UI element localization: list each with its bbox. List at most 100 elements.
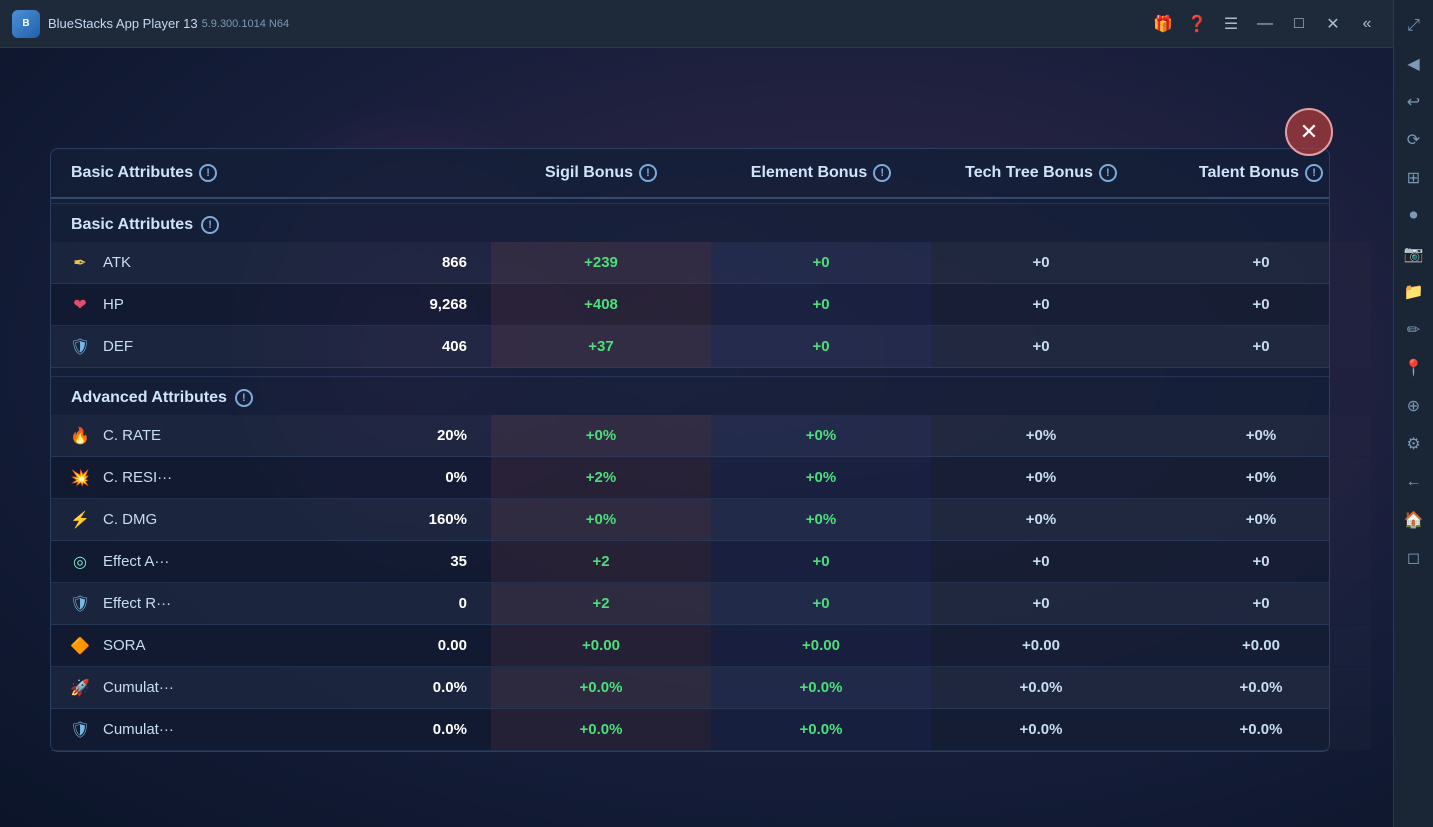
cumul1-icon: 🚀	[67, 675, 93, 701]
header-talent-bonus: Talent Bonus !	[1151, 149, 1371, 197]
effa-element-bonus: +0	[711, 541, 931, 582]
sidebar-volume-icon[interactable]: ◀	[1396, 46, 1432, 82]
hp-talent-bonus: +0	[1151, 284, 1371, 325]
crate-sigil-bonus: +0%	[491, 415, 711, 456]
sidebar-camera-icon[interactable]: 📷	[1396, 236, 1432, 272]
maximize-button[interactable]: □	[1285, 10, 1313, 38]
sidebar-rotate-icon[interactable]: ↩	[1396, 84, 1432, 120]
sigil-info-icon[interactable]: !	[639, 164, 657, 182]
talent-info-icon[interactable]: !	[1305, 164, 1323, 182]
cumul2-sigil-bonus: +0.0%	[491, 709, 711, 750]
atk-value: 866	[442, 254, 475, 271]
sidebar-record-icon[interactable]: ⏺	[1396, 198, 1432, 234]
def-sigil-bonus: +37	[491, 326, 711, 367]
effa-value: 35	[450, 553, 475, 570]
cresi-value: 0%	[445, 469, 475, 486]
effr-talent-bonus: +0	[1151, 583, 1371, 624]
atk-name: ATK	[103, 254, 183, 271]
attr-cell-cdmg: ⚡ C. DMG 160%	[51, 499, 491, 540]
sidebar-brush-icon[interactable]: ✏	[1396, 312, 1432, 348]
header-element-bonus: Element Bonus !	[711, 149, 931, 197]
right-sidebar: ⤢ ◀ ↩ ⟳ ⊞ ⏺ 📷 📁 ✏ 📍 ⊕ ⚙ ← 🏠 ◻	[1393, 0, 1433, 827]
table-row: ✒ ATK 866 +239 +0 +0 +0	[51, 242, 1329, 284]
table-row: ❤ HP 9,268 +408 +0 +0 +0	[51, 284, 1329, 326]
sidebar-home-icon[interactable]: 🏠	[1396, 502, 1432, 538]
hp-tech-bonus: +0	[931, 284, 1151, 325]
sidebar-folder-icon[interactable]: 📁	[1396, 274, 1432, 310]
sidebar-map-icon[interactable]: 📍	[1396, 350, 1432, 386]
crate-value: 20%	[437, 427, 475, 444]
cdmg-icon: ⚡	[67, 507, 93, 533]
table-row: ⚡ C. DMG 160% +0% +0% +0% +0%	[51, 499, 1329, 541]
gift-button[interactable]: 🎁	[1149, 10, 1177, 38]
menu-button[interactable]: ☰	[1217, 10, 1245, 38]
hp-name: HP	[103, 296, 183, 313]
crate-talent-bonus: +0%	[1151, 415, 1371, 456]
crate-name: C. RATE	[103, 427, 183, 444]
table-row: 🛡 Cumulat··· 0.0% +0.0% +0.0% +0.0% +0.0…	[51, 709, 1329, 751]
back-button[interactable]: «	[1353, 10, 1381, 38]
crate-icon: 🔥	[67, 423, 93, 449]
effa-talent-bonus: +0	[1151, 541, 1371, 582]
sidebar-refresh-icon[interactable]: ⟳	[1396, 122, 1432, 158]
effa-icon: ◎	[67, 549, 93, 575]
advanced-section-info-icon[interactable]: !	[235, 389, 253, 407]
table-row: 🛡 Effect R··· 0 +2 +0 +0 +0	[51, 583, 1329, 625]
def-name: DEF	[103, 338, 183, 355]
stats-panel: Basic Attributes ! Sigil Bonus ! Element…	[50, 148, 1330, 752]
attr-cell-sora: 🔶 SORA 0.00	[51, 625, 491, 666]
sidebar-grid-icon[interactable]: ⊞	[1396, 160, 1432, 196]
main-content: ✕ Basic Attributes ! Sigil Bonus ! Eleme…	[0, 48, 1393, 827]
cumul2-name: Cumulat···	[103, 721, 183, 738]
minimize-button[interactable]: —	[1251, 10, 1279, 38]
cumul2-icon: 🛡	[67, 717, 93, 743]
basic-info-icon[interactable]: !	[199, 164, 217, 182]
cumul1-tech-bonus: +0.0%	[931, 667, 1151, 708]
cumul2-element-bonus: +0.0%	[711, 709, 931, 750]
close-button[interactable]: ✕	[1319, 10, 1347, 38]
tech-info-icon[interactable]: !	[1099, 164, 1117, 182]
game-close-icon: ✕	[1300, 119, 1318, 145]
effr-value: 0	[459, 595, 475, 612]
cumul1-talent-bonus: +0.0%	[1151, 667, 1371, 708]
def-tech-bonus: +0	[931, 326, 1151, 367]
sidebar-fullscreen-icon[interactable]: ⤢	[1396, 8, 1432, 44]
advanced-section-text: Advanced Attributes	[71, 389, 227, 407]
effr-icon: 🛡	[67, 591, 93, 617]
effr-name: Effect R···	[103, 595, 183, 612]
hp-value: 9,268	[429, 296, 475, 313]
effa-name: Effect A···	[103, 553, 183, 570]
def-icon: 🛡	[67, 334, 93, 360]
def-value: 406	[442, 338, 475, 355]
stats-header: Basic Attributes ! Sigil Bonus ! Element…	[51, 149, 1329, 199]
basic-section-info-icon[interactable]: !	[201, 216, 219, 234]
cdmg-talent-bonus: +0%	[1151, 499, 1371, 540]
cresi-sigil-bonus: +2%	[491, 457, 711, 498]
element-info-icon[interactable]: !	[873, 164, 891, 182]
app-name: BlueStacks App Player 13	[48, 16, 198, 31]
atk-talent-bonus: +0	[1151, 242, 1371, 283]
sora-value: 0.00	[438, 637, 475, 654]
hp-icon: ❤	[67, 292, 93, 318]
cresi-name: C. RESI···	[103, 469, 183, 486]
game-close-button[interactable]: ✕	[1285, 108, 1333, 156]
table-row: 🔶 SORA 0.00 +0.00 +0.00 +0.00 +0.00	[51, 625, 1329, 667]
advanced-section-label: Advanced Attributes !	[51, 376, 1329, 415]
help-button[interactable]: ❓	[1183, 10, 1211, 38]
table-row: 💥 C. RESI··· 0% +2% +0% +0% +0%	[51, 457, 1329, 499]
atk-icon: ✒	[67, 250, 93, 276]
def-talent-bonus: +0	[1151, 326, 1371, 367]
effr-tech-bonus: +0	[931, 583, 1151, 624]
effa-sigil-bonus: +2	[491, 541, 711, 582]
sora-tech-bonus: +0.00	[931, 625, 1151, 666]
sidebar-app-icon[interactable]: ◻	[1396, 540, 1432, 576]
atk-tech-bonus: +0	[931, 242, 1151, 283]
hp-element-bonus: +0	[711, 284, 931, 325]
app-subtitle: 5.9.300.1014 N64	[202, 18, 289, 30]
crate-tech-bonus: +0%	[931, 415, 1151, 456]
sidebar-settings-icon[interactable]: ⚙	[1396, 426, 1432, 462]
sidebar-layers-icon[interactable]: ⊕	[1396, 388, 1432, 424]
sidebar-back-icon[interactable]: ←	[1396, 464, 1432, 500]
cumul1-value: 0.0%	[433, 679, 475, 696]
cumul1-name: Cumulat···	[103, 679, 183, 696]
